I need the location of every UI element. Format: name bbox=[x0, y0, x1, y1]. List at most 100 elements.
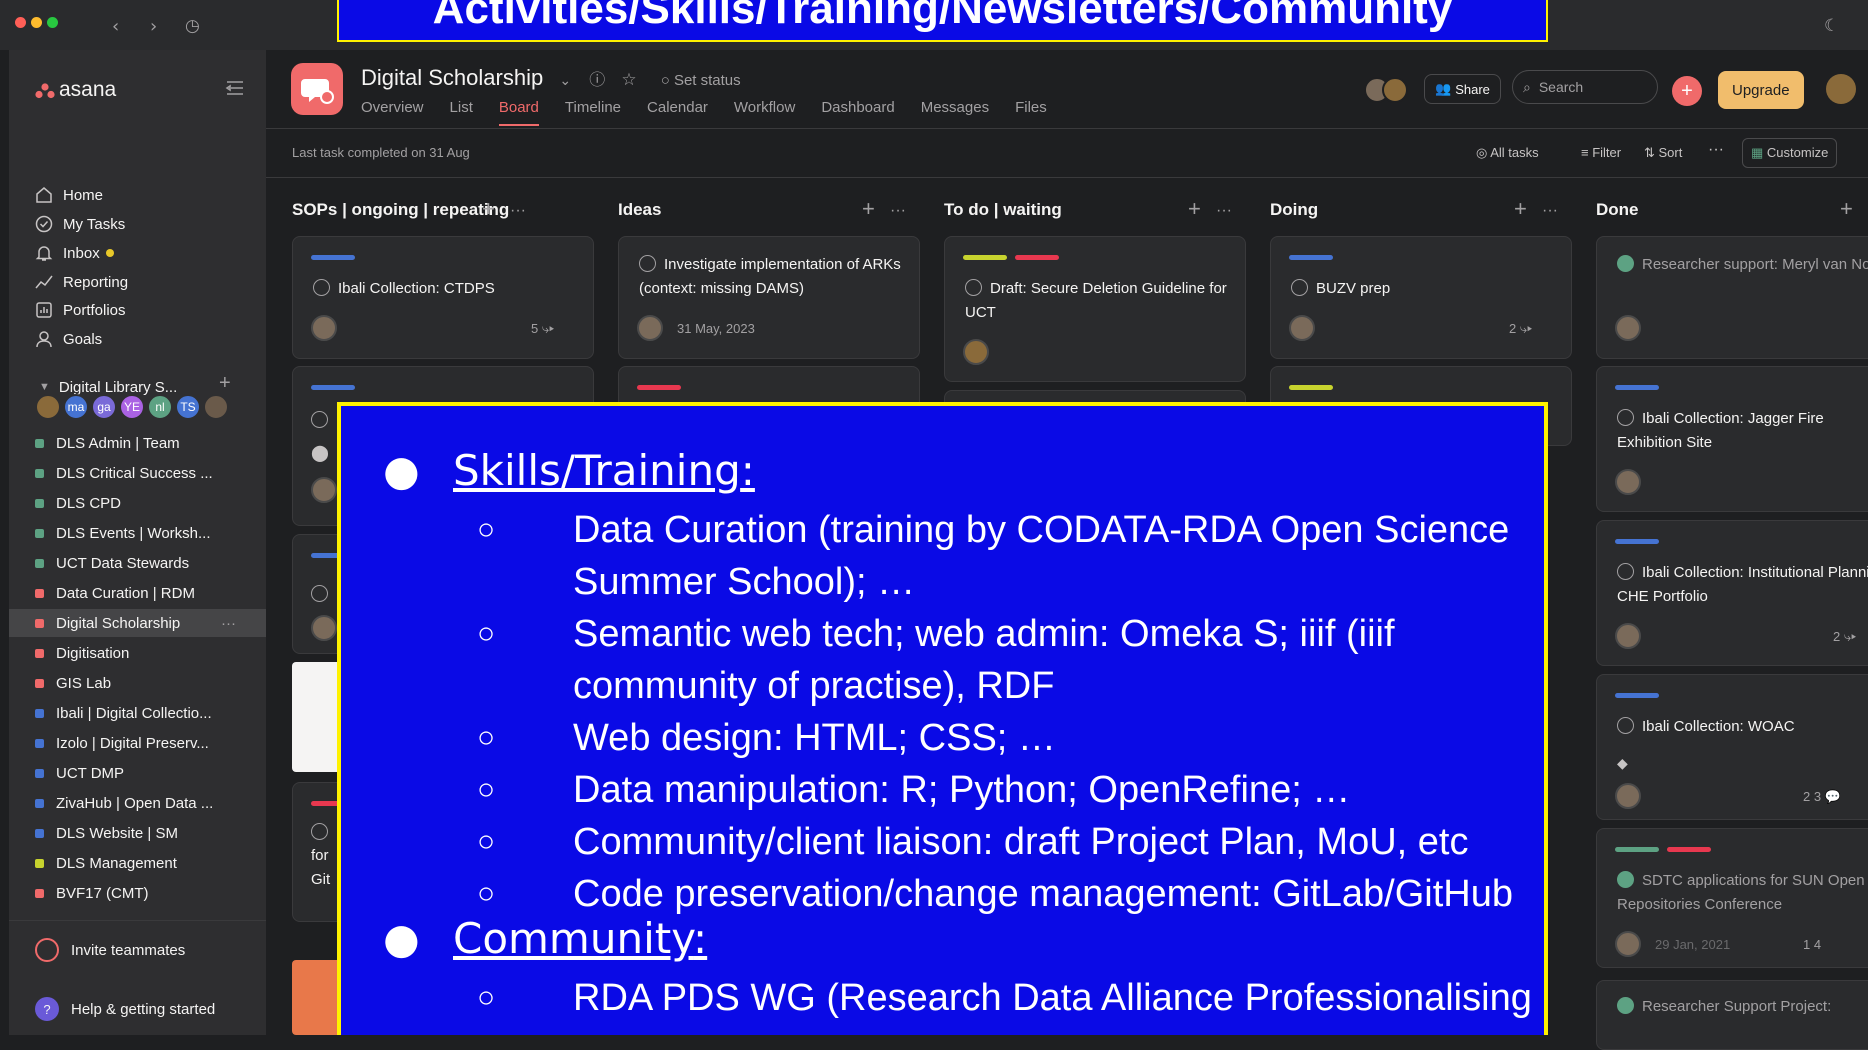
avatar[interactable]: YE bbox=[119, 394, 145, 420]
sidebar-project-item[interactable]: BVF17 (CMT) bbox=[35, 879, 260, 907]
sidebar-project-item[interactable]: Ibali | Digital Collectio... bbox=[35, 699, 260, 727]
tab-messages[interactable]: Messages bbox=[921, 99, 989, 126]
sidebar-project-item[interactable]: DLS CPD bbox=[35, 489, 260, 517]
sidebar-project-item[interactable]: Digitisation bbox=[35, 639, 260, 667]
sidebar-item-my-tasks[interactable]: My Tasks bbox=[35, 210, 125, 238]
assignee-avatar[interactable] bbox=[311, 477, 337, 503]
avatar[interactable]: ga bbox=[91, 394, 117, 420]
assignee-avatar[interactable] bbox=[1615, 931, 1641, 957]
completed-checkbox[interactable] bbox=[1617, 997, 1634, 1014]
tab-calendar[interactable]: Calendar bbox=[647, 99, 708, 126]
sidebar-project-item[interactable]: Digital Scholarship ··· bbox=[9, 609, 266, 637]
back-arrow-icon[interactable]: ‹ bbox=[112, 16, 119, 37]
task-card[interactable]: Ibali Collection: Institutional Planning… bbox=[1596, 520, 1868, 666]
sidebar-project-item[interactable]: ZivaHub | Open Data ... bbox=[35, 789, 260, 817]
sidebar-project-item[interactable]: Data Curation | RDM bbox=[35, 579, 260, 607]
user-avatar[interactable] bbox=[1826, 74, 1856, 104]
sidebar-item-portfolios[interactable]: Portfolios bbox=[35, 296, 126, 324]
column-header[interactable]: Done bbox=[1596, 200, 1639, 220]
sidebar-project-item[interactable]: Izolo | Digital Preserv... bbox=[35, 729, 260, 757]
history-clock-icon[interactable]: ◷ bbox=[185, 16, 200, 36]
assignee-avatar[interactable] bbox=[1615, 315, 1641, 341]
assignee-avatar[interactable] bbox=[963, 339, 989, 365]
complete-checkbox[interactable] bbox=[639, 255, 656, 272]
customize-button[interactable]: ▦ Customize bbox=[1742, 138, 1838, 168]
tab-files[interactable]: Files bbox=[1015, 99, 1047, 126]
complete-checkbox[interactable] bbox=[311, 823, 328, 840]
tab-board[interactable]: Board bbox=[498, 99, 539, 126]
asana-logo[interactable]: asana bbox=[35, 78, 116, 102]
assignee-avatar[interactable] bbox=[311, 615, 337, 641]
sidebar-project-item[interactable]: UCT Data Stewards bbox=[35, 549, 260, 577]
column-menu-icon[interactable]: ··· bbox=[1216, 202, 1232, 220]
complete-checkbox[interactable] bbox=[1291, 279, 1308, 296]
task-card[interactable]: Draft: Secure Deletion Guideline for UCT bbox=[944, 236, 1246, 382]
sidebar-project-item[interactable]: DLS Admin | Team bbox=[35, 429, 260, 457]
chevron-down-icon[interactable]: ⌄ bbox=[559, 72, 571, 88]
assignee-avatar[interactable] bbox=[1615, 469, 1641, 495]
assignee-avatar[interactable] bbox=[311, 315, 337, 341]
avatar[interactable] bbox=[35, 394, 61, 420]
add-task-icon[interactable]: + bbox=[1188, 196, 1201, 222]
set-status-button[interactable]: ○ Set status bbox=[661, 72, 741, 89]
close-window-button[interactable] bbox=[15, 17, 26, 28]
avatar[interactable]: TS bbox=[175, 394, 201, 420]
sidebar-project-item[interactable]: GIS Lab bbox=[35, 669, 260, 697]
column-header[interactable]: Ideas bbox=[618, 200, 661, 220]
completed-checkbox[interactable] bbox=[1617, 871, 1634, 888]
all-tasks-button[interactable]: ◎ All tasks bbox=[1476, 145, 1539, 161]
column-menu-icon[interactable]: ··· bbox=[1542, 202, 1558, 220]
sidebar-project-item[interactable]: DLS Events | Worksh... bbox=[35, 519, 260, 547]
add-project-icon[interactable]: + bbox=[219, 372, 231, 395]
project-menu-icon[interactable]: ··· bbox=[221, 615, 236, 632]
complete-checkbox[interactable] bbox=[311, 411, 328, 428]
column-menu-icon[interactable]: ··· bbox=[890, 202, 906, 220]
project-icon[interactable] bbox=[291, 63, 343, 115]
task-card[interactable]: Ibali Collection: CTDPS 5 ⤷▸ bbox=[292, 236, 594, 359]
star-icon[interactable]: ☆ bbox=[621, 70, 636, 89]
minimize-window-button[interactable] bbox=[31, 17, 42, 28]
task-card[interactable]: BUZV prep 2 ⤷▸ bbox=[1270, 236, 1572, 359]
sidebar-project-item[interactable]: DLS Management bbox=[35, 849, 260, 877]
add-task-icon[interactable]: + bbox=[1514, 196, 1527, 222]
sidebar-project-item[interactable]: DLS Critical Success ... bbox=[35, 459, 260, 487]
avatar[interactable]: ma bbox=[63, 394, 89, 420]
completed-checkbox[interactable] bbox=[1617, 255, 1634, 272]
column-header[interactable]: Doing bbox=[1270, 200, 1318, 220]
tab-overview[interactable]: Overview bbox=[361, 99, 424, 126]
search-input[interactable]: ⌕ Search bbox=[1512, 70, 1658, 104]
task-card[interactable]: Researcher support: Meryl van Noie bbox=[1596, 236, 1868, 359]
sidebar-item-home[interactable]: Home bbox=[35, 181, 103, 209]
sidebar-item-goals[interactable]: Goals bbox=[35, 325, 102, 353]
maximize-window-button[interactable] bbox=[47, 17, 58, 28]
add-task-icon[interactable]: + bbox=[862, 196, 875, 222]
tab-dashboard[interactable]: Dashboard bbox=[821, 99, 894, 126]
avatar[interactable] bbox=[1382, 77, 1408, 103]
add-plus-button[interactable]: + bbox=[1672, 76, 1702, 106]
task-card[interactable]: SDTC applications for SUN Open Repositor… bbox=[1596, 828, 1868, 968]
sleep-moon-icon[interactable]: ☾ bbox=[1824, 16, 1839, 36]
add-task-icon[interactable]: + bbox=[1840, 196, 1853, 222]
help-button[interactable]: ? Help & getting started bbox=[35, 995, 215, 1023]
assignee-avatar[interactable] bbox=[637, 315, 663, 341]
sidebar-project-item[interactable]: UCT DMP bbox=[35, 759, 260, 787]
column-header[interactable]: To do | waiting bbox=[944, 200, 1062, 220]
complete-checkbox[interactable] bbox=[965, 279, 982, 296]
assignee-avatar[interactable] bbox=[1615, 623, 1641, 649]
upgrade-button[interactable]: Upgrade bbox=[1718, 71, 1804, 109]
collapse-sidebar-icon[interactable] bbox=[225, 80, 245, 96]
filter-button[interactable]: ≡ Filter bbox=[1581, 145, 1621, 160]
assignee-avatar[interactable] bbox=[1615, 783, 1641, 809]
task-card[interactable]: Ibali Collection: WOAC ◆ 2 3 💬 bbox=[1596, 674, 1868, 820]
complete-checkbox[interactable] bbox=[1617, 409, 1634, 426]
tab-workflow[interactable]: Workflow bbox=[734, 99, 795, 126]
complete-checkbox[interactable] bbox=[1617, 717, 1634, 734]
avatar[interactable] bbox=[203, 394, 229, 420]
sort-button[interactable]: ⇅ Sort bbox=[1644, 145, 1682, 161]
task-card[interactable]: Researcher Support Project: bbox=[1596, 980, 1868, 1050]
assignee-avatar[interactable] bbox=[1289, 315, 1315, 341]
column-header[interactable]: SOPs | ongoing | repeating bbox=[292, 200, 509, 220]
add-task-icon[interactable]: + bbox=[482, 196, 495, 222]
info-icon[interactable]: ⓘ bbox=[589, 72, 605, 89]
invite-teammates-button[interactable]: Invite teammates bbox=[35, 936, 185, 964]
